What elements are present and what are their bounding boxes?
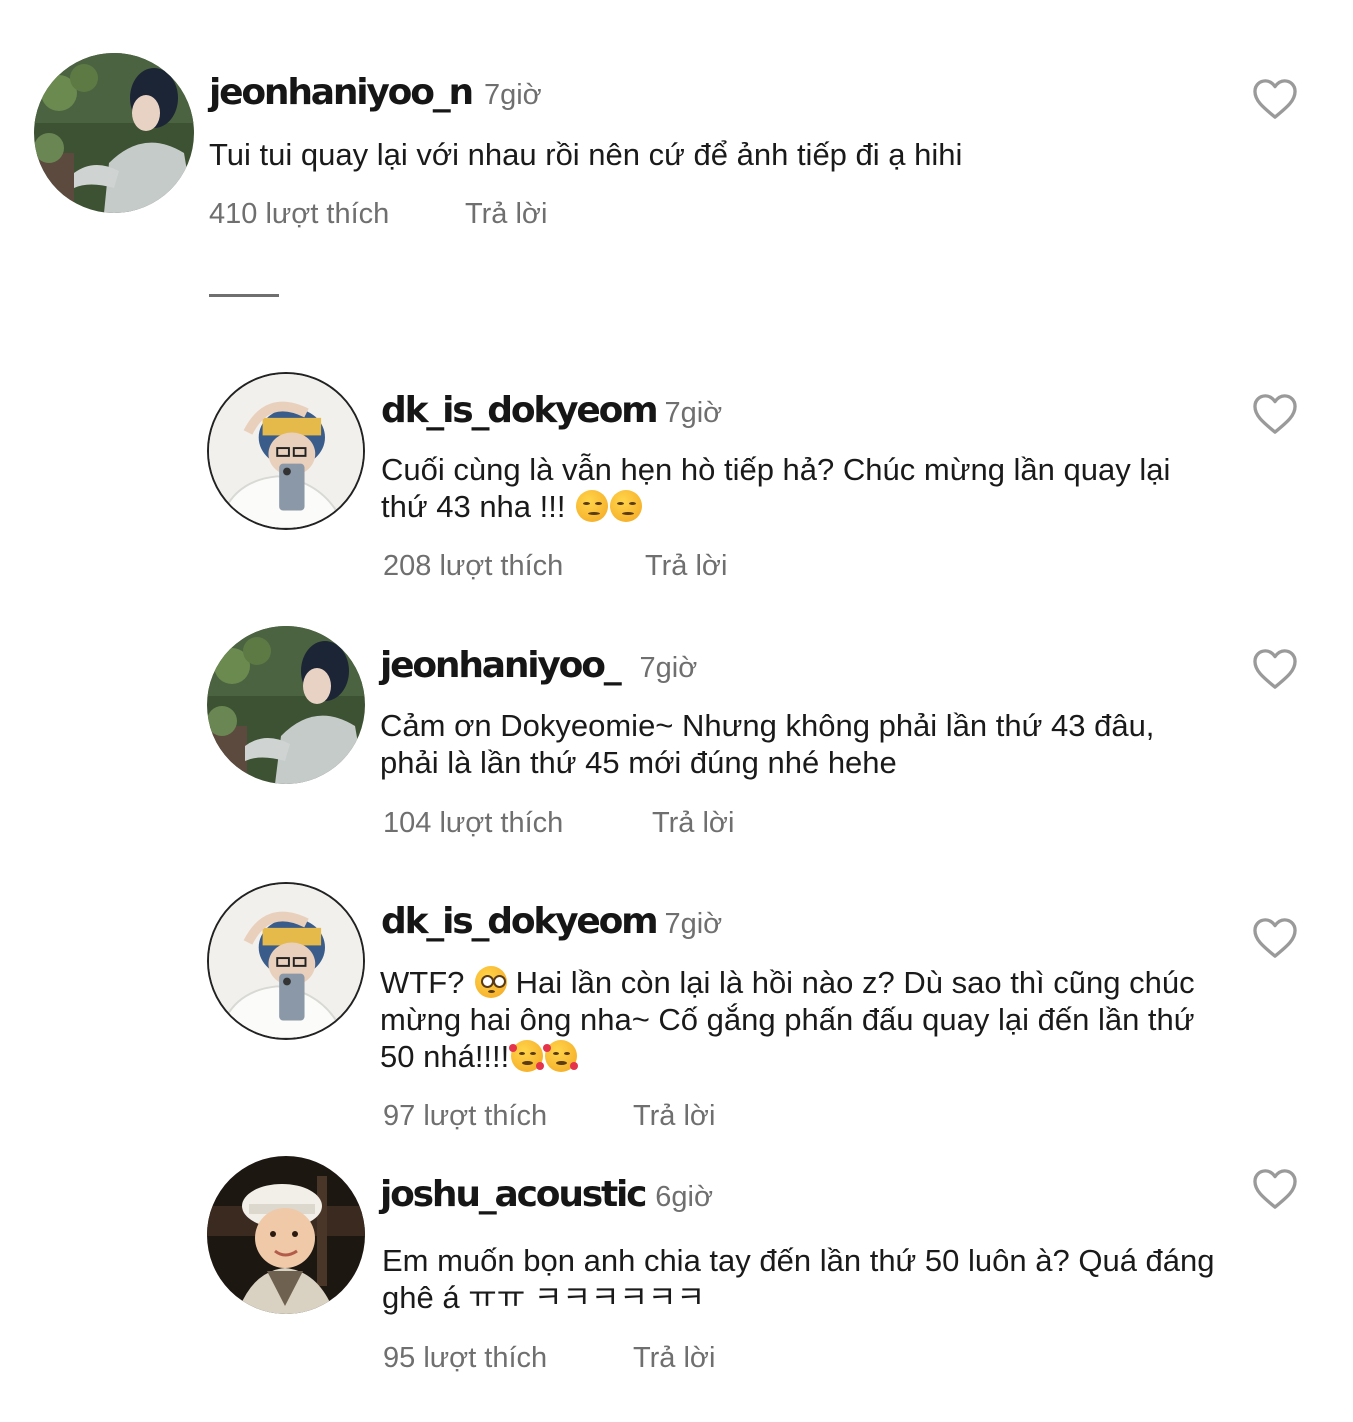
heart-icon[interactable] <box>1252 648 1298 690</box>
profile-photo <box>209 884 363 1038</box>
comment-header: dk_is_dokyeom 7giờ <box>381 901 722 942</box>
comment-text-main: Cuối cùng là vẫn hẹn hò tiếp hả? Chúc mừ… <box>381 452 1171 524</box>
comment-actions: 410 lượt thích Trả lời <box>209 198 547 231</box>
avatar[interactable] <box>207 882 365 1040</box>
smirk-face-emoji-icon <box>610 490 643 522</box>
profile-photo <box>207 1156 365 1314</box>
avatar[interactable] <box>34 53 194 213</box>
username[interactable]: joshu_acoustic <box>380 1174 647 1215</box>
comment-text-before: WTF? <box>380 965 465 1000</box>
comment-header: jeonhaniyoo_n 7giờ <box>209 72 542 113</box>
username[interactable]: dk_is_dokyeom <box>381 390 659 431</box>
smirk-face-emoji-icon <box>576 490 609 522</box>
timestamp: 7giờ <box>483 79 542 111</box>
username[interactable]: jeonhaniyoo_n <box>209 72 474 113</box>
avatar[interactable] <box>207 626 365 784</box>
comment-header: joshu_acoustic 6giờ <box>380 1174 713 1215</box>
profile-photo <box>209 374 363 528</box>
heart-icon[interactable] <box>1252 393 1298 435</box>
smiling-face-with-hearts-emoji-icon <box>543 1040 579 1072</box>
comment-text: Tui tui quay lại với nhau rồi nên cứ để … <box>209 137 963 172</box>
reply-button[interactable]: Trả lời <box>633 1100 715 1133</box>
flushed-face-emoji-icon <box>475 966 507 998</box>
comment-actions: 208 lượt thích Trả lời <box>383 550 727 583</box>
like-count[interactable]: 97 lượt thích <box>383 1100 633 1133</box>
comment-header: jeonhaniyoo_ 7giờ <box>380 645 697 686</box>
comment-actions: 97 lượt thích Trả lời <box>383 1100 715 1133</box>
comment-text: WTF? Hai lần còn lại là hồi nào z? Dù sa… <box>380 964 1220 1075</box>
timestamp: 7giờ <box>639 652 698 684</box>
avatar[interactable] <box>207 1156 365 1314</box>
reply-button[interactable]: Trả lời <box>633 1342 715 1375</box>
heart-icon[interactable] <box>1252 1168 1298 1210</box>
smiling-face-with-hearts-emoji-icon <box>509 1040 545 1072</box>
like-count[interactable]: 208 lượt thích <box>383 550 645 583</box>
reply-button[interactable]: Trả lời <box>652 807 734 840</box>
timestamp: 7giờ <box>664 908 723 940</box>
reply-button[interactable]: Trả lời <box>645 550 727 583</box>
username[interactable]: dk_is_dokyeom <box>381 901 659 942</box>
timestamp: 6giờ <box>655 1181 713 1213</box>
comment-actions: 95 lượt thích Trả lời <box>383 1342 715 1375</box>
like-count[interactable]: 104 lượt thích <box>383 807 652 840</box>
comment-text: Cảm ơn Dokyeomie~ Nhưng không phải lần t… <box>380 708 1155 780</box>
profile-photo <box>34 53 194 213</box>
comment-text: Em muốn bọn anh chia tay đến lần thứ 50 … <box>382 1243 1215 1315</box>
reply-button[interactable]: Trả lời <box>465 198 547 231</box>
timestamp: 7giờ <box>664 397 723 429</box>
heart-icon[interactable] <box>1252 917 1298 959</box>
comment-header: dk_is_dokyeom 7giờ <box>381 390 722 431</box>
avatar[interactable] <box>207 372 365 530</box>
username[interactable]: jeonhaniyoo_ <box>380 645 622 686</box>
like-count[interactable]: 410 lượt thích <box>209 198 465 231</box>
replies-divider[interactable] <box>209 294 279 297</box>
heart-icon[interactable] <box>1252 78 1298 120</box>
like-count[interactable]: 95 lượt thích <box>383 1342 633 1375</box>
comment-text: Cuối cùng là vẫn hẹn hò tiếp hả? Chúc mừ… <box>381 451 1221 525</box>
comment-actions: 104 lượt thích Trả lời <box>383 807 734 840</box>
profile-photo <box>207 626 365 784</box>
